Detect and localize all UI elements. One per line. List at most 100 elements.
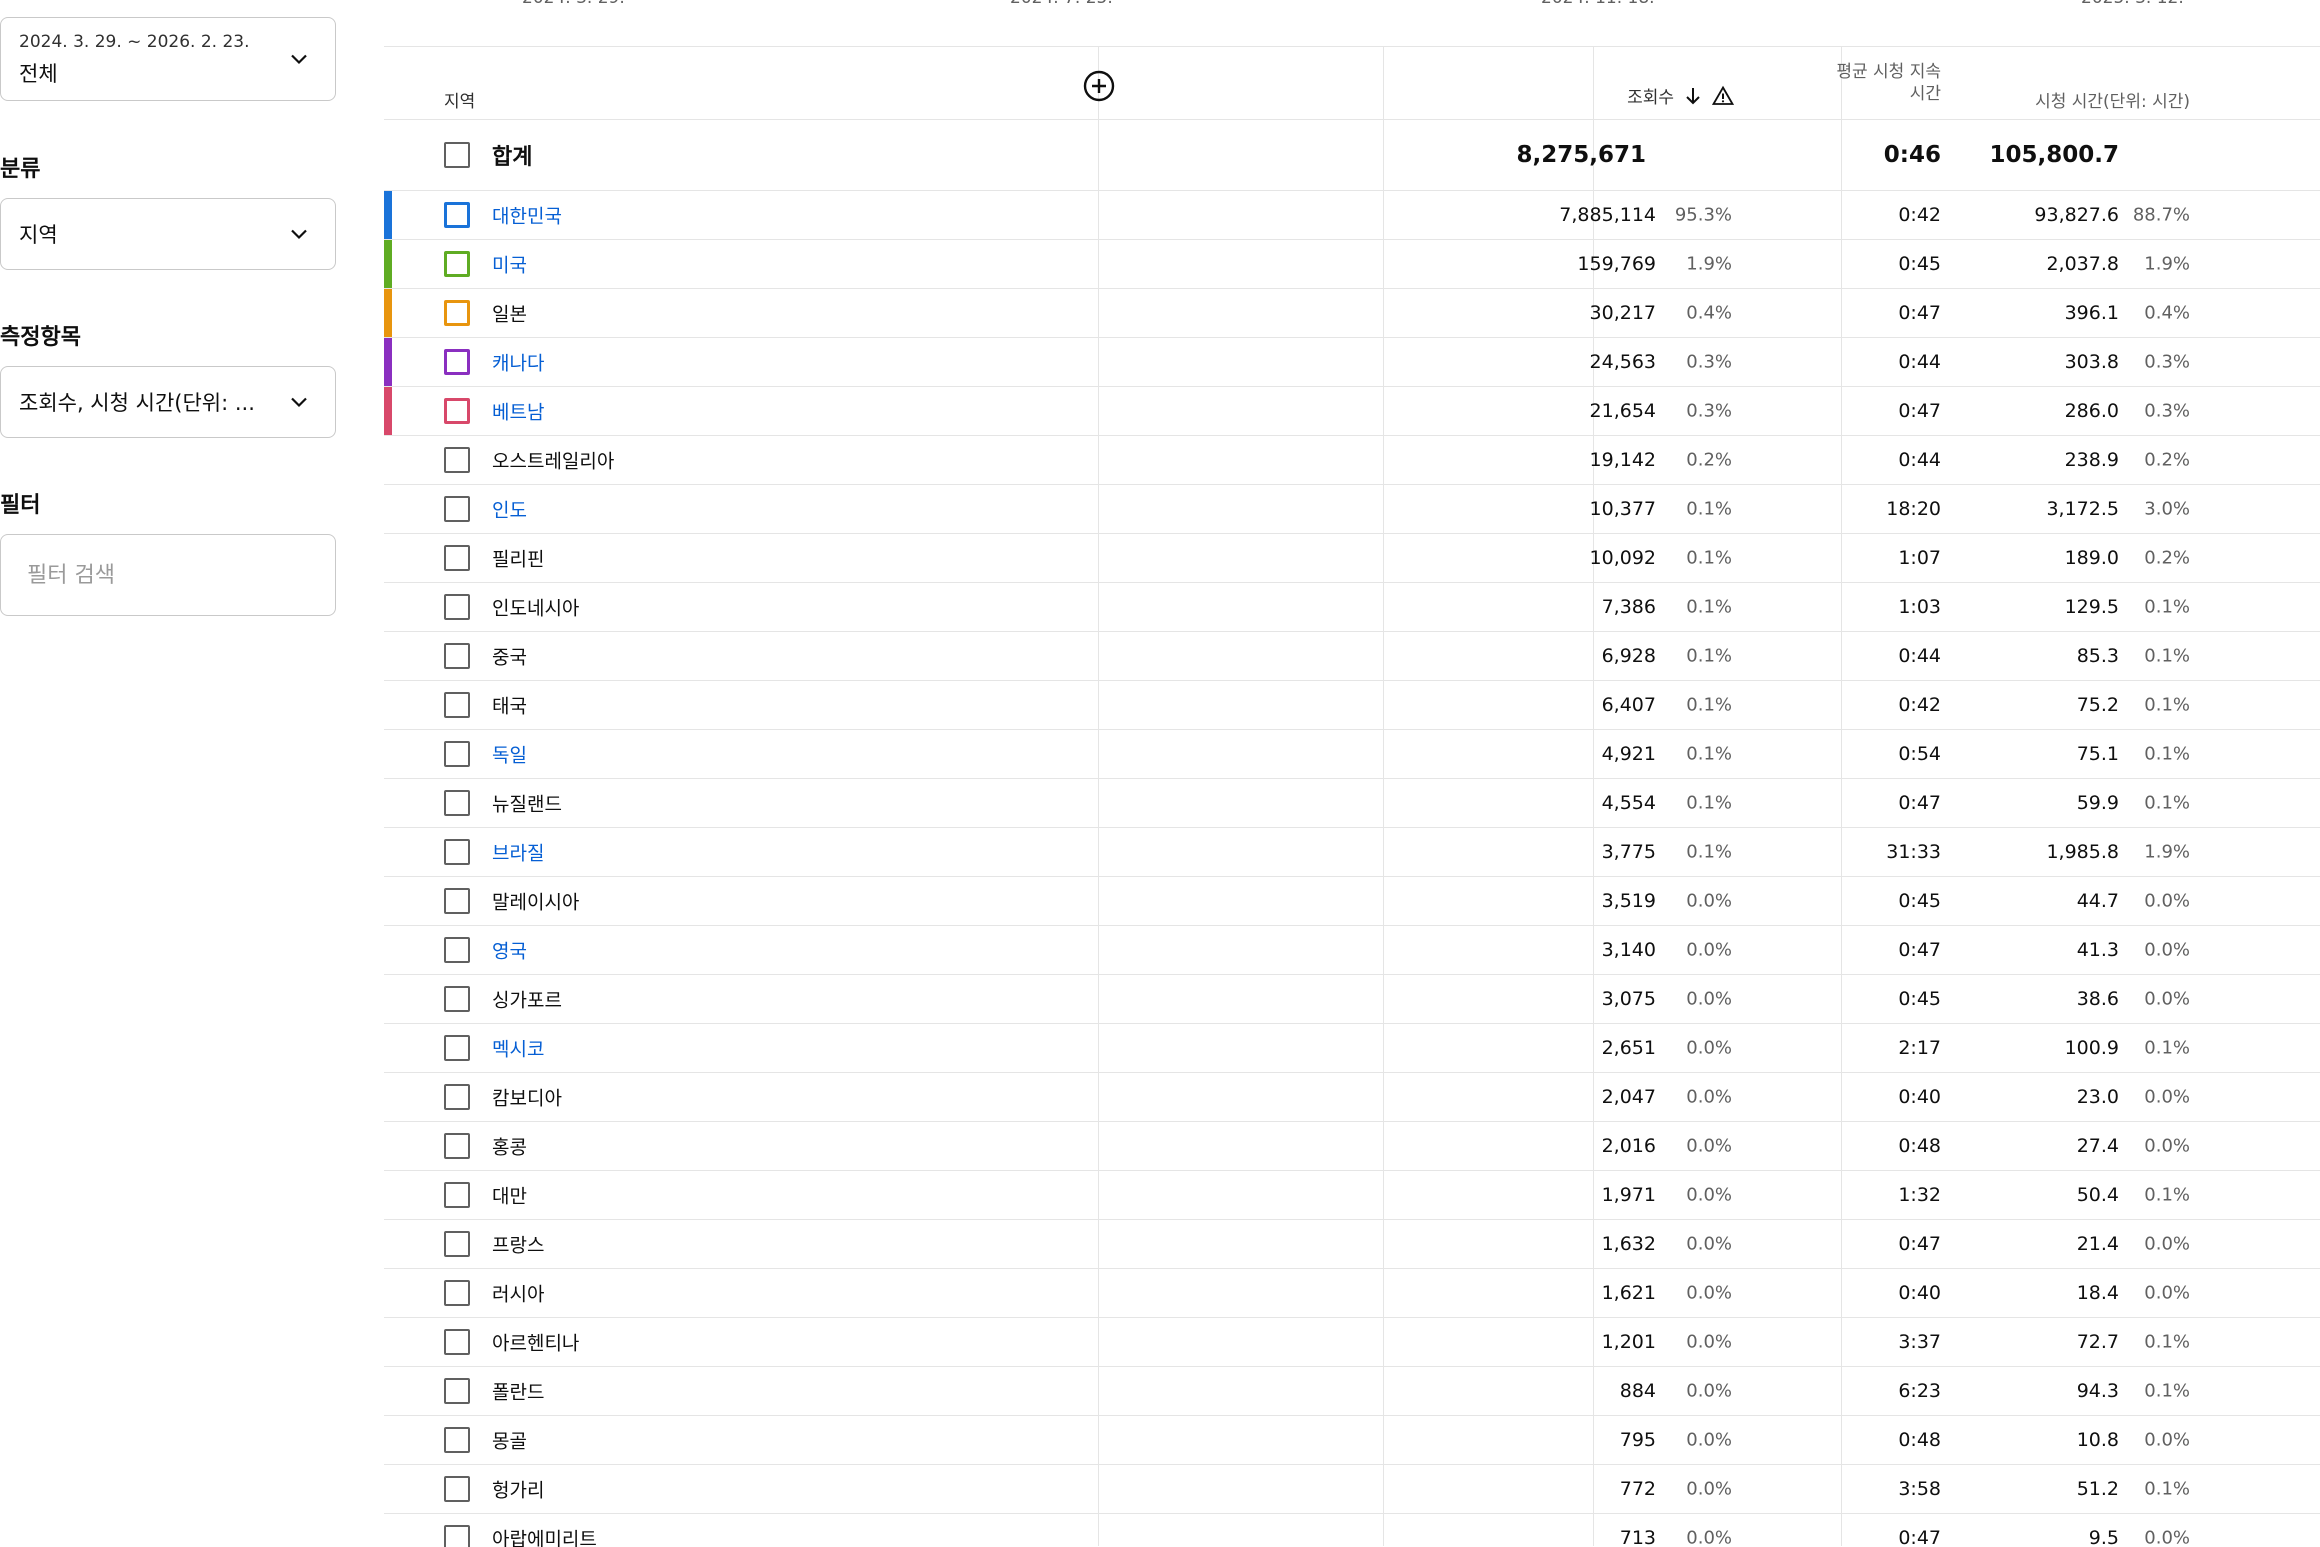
views-value: 7,885,114	[1559, 204, 1656, 226]
views-percent: 0.0%	[1686, 988, 1732, 1010]
watch-time-value: 2,037.8	[2046, 253, 2119, 275]
row-checkbox[interactable]	[444, 643, 470, 669]
row-checkbox[interactable]	[444, 1280, 470, 1306]
row-checkbox[interactable]	[444, 545, 470, 571]
row-checkbox[interactable]	[444, 1427, 470, 1453]
views-value: 21,654	[1589, 400, 1656, 422]
views-value: 4,921	[1601, 743, 1656, 765]
row-checkbox[interactable]	[444, 496, 470, 522]
views-value: 3,140	[1601, 939, 1656, 961]
row-checkbox[interactable]	[444, 1182, 470, 1208]
region-name[interactable]: 베트남	[492, 398, 544, 425]
watch-time-percent: 1.9%	[2144, 841, 2190, 863]
region-name: 프랑스	[492, 1234, 545, 1257]
views-percent: 95.3%	[1674, 204, 1732, 226]
row-checkbox[interactable]	[444, 888, 470, 914]
filter-search-box[interactable]	[0, 534, 336, 616]
watch-time-value: 129.5	[2064, 596, 2119, 618]
watch-time-value: 396.1	[2064, 302, 2119, 324]
views-percent: 0.3%	[1686, 400, 1732, 422]
row-checkbox[interactable]	[444, 349, 470, 375]
watch-time-percent: 0.3%	[2144, 400, 2190, 422]
watch-time-percent: 3.0%	[2144, 498, 2190, 520]
row-checkbox[interactable]	[444, 1378, 470, 1404]
region-name[interactable]: 대한민국	[492, 202, 562, 229]
table-row: 캐나다 24,563 0.3% 0:44 303.8 0.3%	[384, 338, 2320, 387]
filter-search-input[interactable]	[27, 559, 307, 591]
row-checkbox[interactable]	[444, 300, 470, 326]
region-name[interactable]: 브라질	[492, 839, 544, 866]
metric-dropdown[interactable]: 조회수, 시청 시간(단위: ...	[0, 366, 336, 438]
table-row: 캄보디아 2,047 0.0% 0:40 23.0 0.0%	[384, 1073, 2320, 1122]
watch-time-value: 10.8	[2076, 1429, 2119, 1451]
region-name[interactable]: 인도	[492, 496, 527, 523]
row-checkbox[interactable]	[444, 202, 470, 228]
views-percent: 1.9%	[1686, 253, 1732, 275]
row-checkbox[interactable]	[444, 937, 470, 963]
region-name: 몽골	[492, 1430, 527, 1453]
row-checkbox[interactable]	[444, 1133, 470, 1159]
chart-date-axis: 2024. 3. 29. 2024. 7. 25. 2024. 11. 18. …	[384, 0, 2320, 12]
row-checkbox[interactable]	[444, 1476, 470, 1502]
row-checkbox[interactable]	[444, 741, 470, 767]
category-dropdown[interactable]: 지역	[0, 198, 336, 270]
avg-header-line: 평균 시청 지속	[1836, 62, 1941, 82]
row-checkbox[interactable]	[444, 839, 470, 865]
watch-time-percent: 88.7%	[2132, 204, 2190, 226]
views-value: 4,554	[1601, 792, 1656, 814]
row-checkbox[interactable]	[444, 594, 470, 620]
watch-time-percent: 0.1%	[2144, 1331, 2190, 1353]
table-row: 멕시코 2,651 0.0% 2:17 100.9 0.1%	[384, 1024, 2320, 1073]
region-name: 아랍에미리트	[492, 1528, 597, 1547]
row-checkbox[interactable]	[444, 1084, 470, 1110]
watch-time-value: 9.5	[2088, 1527, 2119, 1547]
table-row: 브라질 3,775 0.1% 31:33 1,985.8 1.9%	[384, 828, 2320, 877]
views-value: 713	[1619, 1527, 1656, 1547]
watch-time-value: 75.2	[2076, 694, 2119, 716]
series-color-bar	[384, 289, 392, 337]
region-name[interactable]: 독일	[492, 741, 527, 768]
watch-time-percent: 0.0%	[2144, 1086, 2190, 1108]
region-name[interactable]: 미국	[492, 251, 527, 278]
region-name[interactable]: 캐나다	[492, 349, 544, 376]
views-percent: 0.1%	[1686, 596, 1732, 618]
views-value: 1,621	[1601, 1282, 1656, 1304]
region-name[interactable]: 영국	[492, 937, 527, 964]
table-row: 영국 3,140 0.0% 0:47 41.3 0.0%	[384, 926, 2320, 975]
views-value: 3,075	[1601, 988, 1656, 1010]
row-checkbox[interactable]	[444, 251, 470, 277]
region-name: 헝가리	[492, 1479, 545, 1502]
table-row: 필리핀 10,092 0.1% 1:07 189.0 0.2%	[384, 534, 2320, 583]
watch-time-value: 50.4	[2076, 1184, 2119, 1206]
region-name: 말레이시아	[492, 891, 580, 914]
watch-time-percent: 0.0%	[2144, 939, 2190, 961]
row-checkbox[interactable]	[444, 986, 470, 1012]
row-checkbox[interactable]	[444, 692, 470, 718]
watch-time-value: 27.4	[2076, 1135, 2119, 1157]
views-percent: 0.1%	[1686, 743, 1732, 765]
total-checkbox[interactable]	[444, 142, 470, 168]
column-header-region[interactable]: 지역	[444, 87, 475, 112]
table-body: 대한민국 7,885,114 95.3% 0:42 93,827.6 88.7% 미국 159…	[384, 191, 2320, 1547]
date-range-dropdown[interactable]: 2024. 3. 29. ~ 2026. 2. 23. 전체	[0, 17, 336, 101]
views-value: 1,201	[1601, 1331, 1656, 1353]
row-checkbox[interactable]	[444, 1525, 470, 1547]
filter-label: 필터	[0, 493, 41, 518]
row-checkbox[interactable]	[444, 1035, 470, 1061]
watch-time-percent: 0.1%	[2144, 1184, 2190, 1206]
watch-time-value: 1,985.8	[2046, 841, 2119, 863]
row-checkbox[interactable]	[444, 790, 470, 816]
watch-time-percent: 0.1%	[2144, 1478, 2190, 1500]
row-checkbox[interactable]	[444, 1231, 470, 1257]
row-checkbox[interactable]	[444, 398, 470, 424]
watch-time-percent: 0.1%	[2144, 645, 2190, 667]
row-checkbox[interactable]	[444, 447, 470, 473]
region-name: 필리핀	[492, 548, 545, 571]
views-value: 772	[1619, 1478, 1656, 1500]
watch-time-value: 100.9	[2064, 1037, 2119, 1059]
row-checkbox[interactable]	[444, 1329, 470, 1355]
watch-time-value: 18.4	[2076, 1282, 2119, 1304]
watch-time-value: 303.8	[2064, 351, 2119, 373]
region-name[interactable]: 멕시코	[492, 1035, 544, 1062]
column-header-watch-time[interactable]: 시청 시간(단위: 시간)	[1584, 87, 2190, 112]
